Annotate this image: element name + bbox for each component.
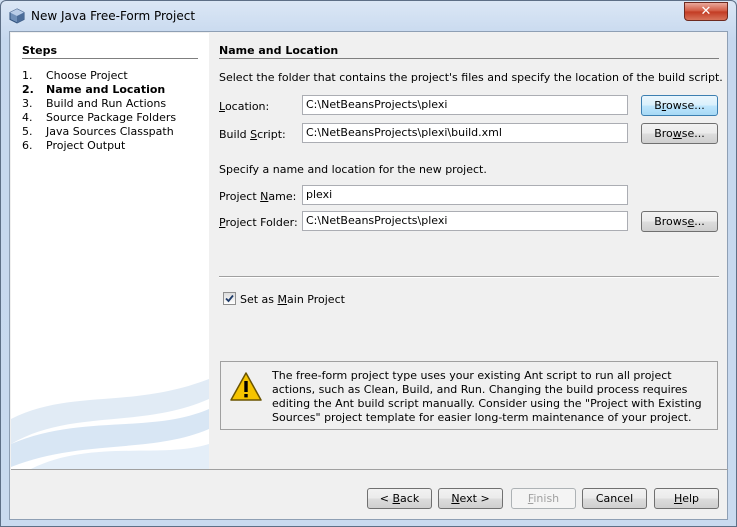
step-item-current: 2. Name and Location (22, 83, 166, 96)
section-title: Name and Location (219, 44, 339, 57)
title-bar[interactable]: New Java Free-Form Project ✕ (1, 1, 736, 31)
build-script-label: Build Script: (219, 128, 286, 141)
project-name-input[interactable]: plexi (302, 185, 628, 205)
steps-title: Steps (22, 44, 58, 57)
steps-divider (22, 58, 198, 59)
project-folder-input[interactable]: C:\NetBeansProjects\plexi (302, 211, 628, 231)
steps-panel: Steps 1. Choose Project 2. Name and Locati… (11, 33, 209, 469)
help-button[interactable]: Help (654, 488, 719, 509)
next-button[interactable]: Next > (438, 488, 503, 509)
close-button[interactable]: ✕ (684, 2, 728, 21)
dialog-window: New Java Free-Form Project ✕ Steps 1. Cho… (0, 0, 737, 527)
steps-list: 1. Choose Project 2. Name and Location 3. B… (22, 69, 176, 153)
build-script-browse-button[interactable]: Browse... (641, 123, 718, 144)
step-item: 4. Source Package Folders (22, 111, 177, 124)
dialog-body: Steps 1. Choose Project 2. Name and Locati… (9, 31, 728, 520)
finish-button[interactable]: Finish (511, 488, 576, 509)
window-title: New Java Free-Form Project (31, 9, 196, 23)
main-panel: Name and Location Select the folder that… (219, 33, 727, 469)
main-project-checkbox[interactable] (223, 292, 236, 305)
step-item: 3. Build and Run Actions (22, 97, 167, 110)
warning-icon (230, 372, 262, 401)
main-project-label[interactable]: Set as Main Project (240, 293, 345, 306)
options-divider (219, 276, 719, 278)
project-folder-label: Project Folder: (219, 216, 298, 229)
name-intro-text: Specify a name and location for the new … (219, 163, 487, 176)
checkmark-icon (225, 294, 234, 303)
project-folder-browse-button[interactable]: Browse... (641, 211, 718, 232)
back-button[interactable]: < Back (367, 488, 432, 509)
footer-divider (11, 469, 728, 470)
location-label: Location: (219, 100, 270, 113)
build-script-input[interactable]: C:\NetBeansProjects\plexi\build.xml (302, 123, 628, 143)
section-divider (219, 58, 719, 59)
warning-text: The free-form project type uses your exi… (272, 369, 702, 424)
intro-text: Select the folder that contains the proj… (219, 71, 723, 84)
location-browse-button[interactable]: Browse... (641, 95, 718, 116)
location-input[interactable]: C:\NetBeansProjects\plexi (302, 95, 628, 115)
close-icon: ✕ (700, 4, 712, 19)
step-item: 1. Choose Project (22, 69, 128, 82)
decorative-swoosh-graphic (11, 379, 209, 469)
netbeans-cube-icon (9, 8, 25, 24)
cancel-button[interactable]: Cancel (582, 488, 647, 509)
warning-panel: The free-form project type uses your exi… (220, 361, 718, 430)
step-item: 6. Project Output (22, 139, 126, 152)
project-name-label: Project Name: (219, 190, 297, 203)
step-item: 5. Java Sources Classpath (22, 125, 174, 138)
